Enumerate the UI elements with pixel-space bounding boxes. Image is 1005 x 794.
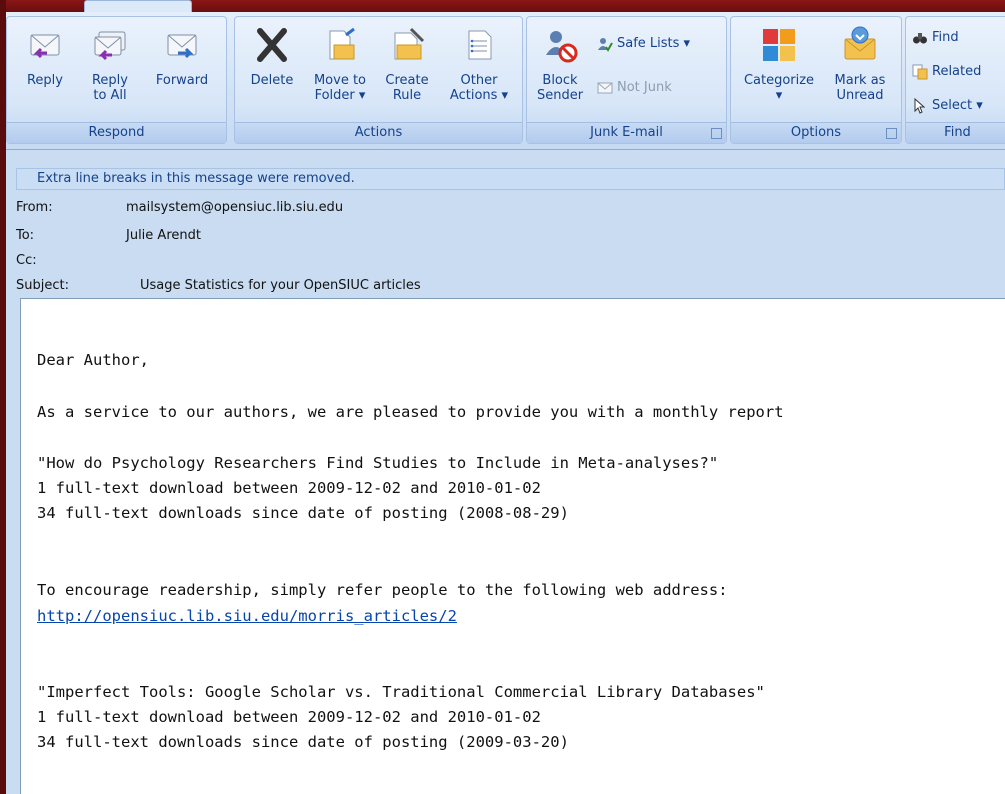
safe-lists-button[interactable]: Safe Lists ▾: [597, 33, 690, 55]
find-button[interactable]: Find: [912, 27, 959, 49]
reply-icon: [30, 34, 60, 59]
mark-as-unread-button[interactable]: Mark as Unread: [827, 25, 893, 103]
group-junk-email: Block Sender Safe Lists ▾ Not Junk Junk …: [526, 16, 727, 144]
reply-button[interactable]: Reply: [23, 25, 67, 88]
binoculars-icon: [913, 32, 927, 43]
delete-button[interactable]: Delete: [245, 25, 299, 88]
group-actions: Delete Move to Folder ▾ Create Rule Othe…: [234, 16, 523, 144]
subject-value: Usage Statistics for your OpenSIUC artic…: [140, 278, 421, 293]
group-actions-label: Actions: [235, 122, 522, 143]
delete-label: Delete: [250, 73, 294, 88]
create-rule-icon: [394, 27, 425, 60]
block-sender-button[interactable]: Block Sender: [533, 25, 587, 103]
delete-icon: [257, 28, 287, 62]
ribbon: Reply Reply to All Forward Respond Delet…: [6, 12, 1005, 150]
reply-all-button[interactable]: Reply to All: [83, 25, 137, 103]
categorize-button[interactable]: Categorize ▾: [735, 25, 823, 103]
related-button[interactable]: Related: [912, 61, 981, 83]
move-to-folder-button[interactable]: Move to Folder ▾: [305, 25, 375, 103]
group-find-label: Find: [906, 122, 1005, 143]
ribbon-tab-strip: [6, 0, 1005, 13]
mark-as-unread-label: Mark as Unread: [834, 73, 886, 103]
create-rule-button[interactable]: Create Rule: [380, 25, 434, 103]
folder-move-icon: [329, 27, 355, 60]
other-actions-icon: [468, 30, 492, 60]
to-label: To:: [16, 228, 35, 243]
article1-title: "How do Psychology Researchers Find Stud…: [37, 454, 719, 472]
reply-all-label: Reply to All: [91, 73, 128, 103]
forward-button[interactable]: Forward: [147, 25, 217, 88]
mark-unread-icon: [844, 26, 876, 60]
related-icon: [912, 64, 928, 79]
group-options-label: Options: [731, 122, 901, 143]
greeting-text: Dear Author,: [37, 351, 149, 369]
to-value[interactable]: Julie Arendt: [126, 226, 201, 246]
options-launcher-icon[interactable]: [886, 128, 897, 139]
cursor-arrow-icon: [914, 97, 926, 114]
group-respond-label: Respond: [7, 122, 226, 143]
find-label: Find: [932, 30, 959, 45]
select-label: Select ▾: [932, 98, 983, 113]
safe-lists-label: Safe Lists ▾: [617, 36, 691, 51]
safe-lists-icon: [598, 37, 613, 52]
intro-text: As a service to our authors, we are plea…: [37, 403, 784, 421]
select-button[interactable]: Select ▾: [912, 95, 983, 117]
not-junk-button[interactable]: Not Junk: [597, 77, 672, 99]
group-options: Categorize ▾ Mark as Unread Options: [730, 16, 902, 144]
group-respond: Reply Reply to All Forward Respond: [6, 16, 227, 144]
article2-downloads-range: 1 full-text download between 2009-12-02 …: [37, 708, 541, 726]
article2-title: "Imperfect Tools: Google Scholar vs. Tra…: [37, 683, 765, 701]
block-sender-label: Block Sender: [536, 73, 584, 103]
message-body[interactable]: Dear Author, As a service to our authors…: [20, 298, 1005, 794]
subject-label: Subject:: [16, 278, 69, 293]
article1-downloads-total: 34 full-text downloads since date of pos…: [37, 504, 569, 522]
encourage-text: To encourage readership, simply refer pe…: [37, 581, 728, 599]
forward-label: Forward: [155, 73, 209, 88]
from-label: From:: [16, 200, 53, 215]
not-junk-label: Not Junk: [617, 80, 672, 95]
cc-label: Cc:: [16, 253, 37, 268]
group-junk-label: Junk E-mail: [527, 122, 726, 143]
forward-icon: [167, 34, 197, 59]
create-rule-label: Create Rule: [385, 73, 429, 103]
related-label: Related: [932, 64, 982, 79]
categorize-label: Categorize ▾: [743, 73, 815, 103]
outlook-message-window: Reply Reply to All Forward Respond Delet…: [6, 0, 1005, 794]
group-find: Find Related Select ▾ Find: [905, 16, 1005, 144]
block-sender-icon: [546, 31, 578, 63]
article1-downloads-range: 1 full-text download between 2009-12-02 …: [37, 479, 541, 497]
categorize-icon: [763, 29, 795, 61]
reply-label: Reply: [26, 73, 63, 88]
move-to-folder-label: Move to Folder ▾: [313, 73, 367, 103]
not-junk-icon: [597, 82, 613, 93]
reply-all-icon: [94, 31, 126, 61]
other-actions-button[interactable]: Other Actions ▾: [443, 25, 515, 103]
article1-link[interactable]: http://opensiuc.lib.siu.edu/morris_artic…: [37, 607, 457, 625]
junk-options-launcher-icon[interactable]: [711, 128, 722, 139]
info-bar[interactable]: Extra line breaks in this message were r…: [16, 168, 1005, 190]
from-value[interactable]: mailsystem@opensiuc.lib.siu.edu: [126, 198, 343, 218]
article2-downloads-total: 34 full-text downloads since date of pos…: [37, 733, 569, 751]
other-actions-label: Other Actions ▾: [449, 73, 509, 103]
